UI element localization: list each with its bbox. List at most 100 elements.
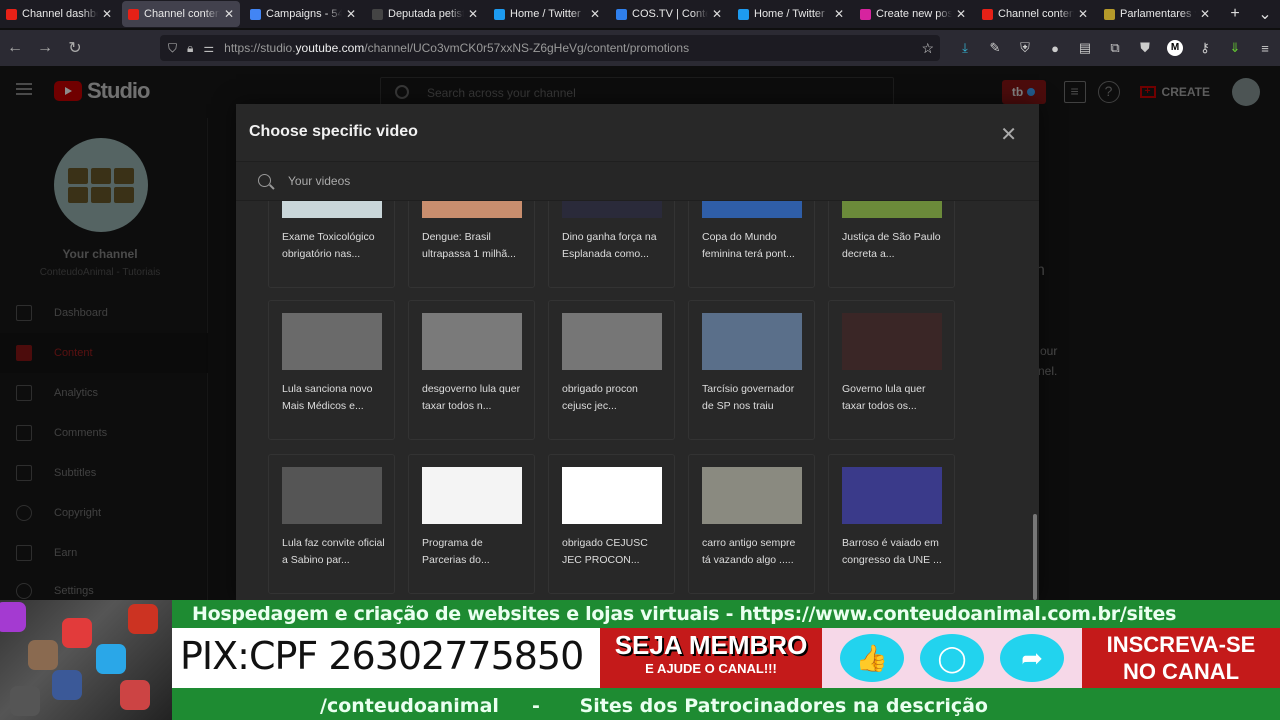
video-card[interactable]: carro antigo sempre tá vazando algo ....… bbox=[688, 454, 815, 594]
membro-subtitle: E AJUDE O CANAL!!! bbox=[645, 661, 777, 676]
tab-title: Channel content bbox=[144, 8, 220, 20]
video-card[interactable]: obrigado procon cejusc jec... bbox=[548, 300, 675, 440]
video-title: carro antigo sempre tá vazando algo ....… bbox=[702, 537, 796, 566]
twitter-icon bbox=[494, 8, 505, 20]
back-button[interactable]: ← bbox=[0, 39, 30, 57]
browser-tab[interactable]: Channel content ✕ bbox=[976, 1, 1094, 27]
browser-tab[interactable]: Deputada petista ✕ bbox=[366, 1, 484, 27]
dialog-title: Choose specific video bbox=[249, 123, 418, 140]
close-tab-icon[interactable]: ✕ bbox=[1200, 7, 1210, 21]
subscribe-line-2: NO CANAL bbox=[1122, 659, 1240, 684]
video-card[interactable]: Programa de Parcerias do... bbox=[408, 454, 535, 594]
video-card[interactable]: Copa do Mundo feminina terá pont... bbox=[688, 201, 815, 288]
extension-icon-2[interactable]: ▤ bbox=[1070, 40, 1100, 56]
close-tab-icon[interactable]: ✕ bbox=[956, 7, 966, 21]
extensions-puzzle-icon[interactable]: ⧉ bbox=[1100, 40, 1130, 56]
browser-tab[interactable]: Channel dashboard ✕ bbox=[0, 1, 118, 27]
social-actions: 👍 ◯ ➦ bbox=[822, 628, 1082, 688]
green-download-icon[interactable]: ⇓ bbox=[1220, 40, 1250, 56]
close-icon[interactable]: ✕ bbox=[1000, 122, 1017, 147]
browser-tab[interactable]: COS.TV | Content ✕ bbox=[610, 1, 728, 27]
video-card[interactable]: Governo lula quer taxar todos os... bbox=[828, 300, 955, 440]
instagram-icon bbox=[860, 8, 871, 20]
close-tab-icon[interactable]: ✕ bbox=[468, 7, 478, 21]
browser-tab[interactable]: Create new post ✕ bbox=[854, 1, 972, 27]
video-title: Lula faz convite oficial a Sabino par... bbox=[282, 537, 385, 566]
banner-bottom-text: /conteudoanimal - Sites dos Patrocinador… bbox=[320, 695, 988, 717]
tab-title: Create new post bbox=[876, 8, 952, 20]
video-thumbnail bbox=[842, 467, 942, 524]
menu-icon[interactable]: ≡ bbox=[1250, 41, 1280, 56]
video-title: Barroso é vaiado em congresso da UNE ... bbox=[842, 537, 942, 566]
pen-extension-icon[interactable]: ✎ bbox=[980, 40, 1010, 56]
ublock-icon[interactable]: ⛨ bbox=[1010, 40, 1040, 56]
bookmark-star-icon[interactable]: ☆ bbox=[921, 40, 934, 57]
youtube-icon bbox=[982, 8, 993, 20]
video-grid: Exame Toxicológico obrigatório nas... Den… bbox=[236, 201, 1039, 600]
video-thumbnail bbox=[422, 201, 522, 218]
tab-list-chevron-icon[interactable]: ⌄ bbox=[1250, 4, 1280, 24]
video-card[interactable]: desgoverno lula quer taxar todos n... bbox=[408, 300, 535, 440]
new-tab-button[interactable]: + bbox=[1220, 5, 1250, 23]
video-card[interactable]: Lula faz convite oficial a Sabino par... bbox=[268, 454, 395, 594]
video-title: Dengue: Brasil ultrapassa 1 milhã... bbox=[422, 231, 516, 260]
video-title: obrigado procon cejusc jec... bbox=[562, 383, 638, 412]
close-tab-icon[interactable]: ✕ bbox=[712, 7, 722, 21]
url-bar[interactable]: ⛉ 🔒︎ ⚌ https://studio.youtube.com/channe… bbox=[160, 35, 940, 61]
video-title: Copa do Mundo feminina terá pont... bbox=[702, 231, 795, 260]
video-card[interactable]: Tarcísio governador de SP nos traiu bbox=[688, 300, 815, 440]
browser-tab[interactable]: Channel content ✕ bbox=[122, 1, 240, 27]
video-card[interactable]: Exame Toxicológico obrigatório nas... bbox=[268, 201, 395, 288]
dialog-scrollbar[interactable] bbox=[1033, 514, 1037, 600]
promo-banner: Hospedagem e criação de websites e lojas… bbox=[0, 600, 1280, 720]
video-thumbnail bbox=[282, 467, 382, 524]
video-title: Dino ganha força na Esplanada como... bbox=[562, 231, 657, 260]
browser-tab[interactable]: Home / Twitter ✕ bbox=[732, 1, 850, 27]
extension-icon[interactable]: ● bbox=[1040, 41, 1070, 56]
browser-tab[interactable]: Home / Twitter ✕ bbox=[488, 1, 606, 27]
video-title: Lula sanciona novo Mais Médicos e... bbox=[282, 383, 373, 412]
close-tab-icon[interactable]: ✕ bbox=[1078, 7, 1088, 21]
video-card[interactable]: Lula sanciona novo Mais Médicos e... bbox=[268, 300, 395, 440]
banner-top-text: Hospedagem e criação de websites e lojas… bbox=[192, 603, 1177, 625]
choose-video-dialog: Choose specific video ✕ Exame Toxicológi… bbox=[236, 104, 1039, 600]
lock-icon[interactable]: 🔒︎ bbox=[187, 41, 193, 56]
video-title: Exame Toxicológico obrigatório nas... bbox=[282, 231, 375, 260]
video-search-input[interactable] bbox=[288, 170, 888, 192]
close-tab-icon[interactable]: ✕ bbox=[102, 7, 112, 21]
browser-tab[interactable]: Campaigns - 54 ✕ bbox=[244, 1, 362, 27]
forward-button[interactable]: → bbox=[30, 39, 60, 57]
video-card[interactable]: Dino ganha força na Esplanada como... bbox=[548, 201, 675, 288]
comment-icon: ◯ bbox=[920, 634, 984, 682]
video-title: Tarcísio governador de SP nos traiu bbox=[702, 383, 795, 412]
video-title: desgoverno lula quer taxar todos n... bbox=[422, 383, 521, 412]
browser-tab[interactable]: Parlamentares vi ✕ bbox=[1098, 1, 1216, 27]
close-tab-icon[interactable]: ✕ bbox=[346, 7, 356, 21]
page-icon bbox=[372, 8, 383, 20]
like-icon: 👍 bbox=[840, 634, 904, 682]
permissions-icon[interactable]: ⚌ bbox=[203, 41, 214, 55]
tab-title: Home / Twitter bbox=[754, 8, 825, 20]
video-thumbnail bbox=[842, 201, 942, 218]
close-tab-icon[interactable]: ✕ bbox=[590, 7, 600, 21]
close-tab-icon[interactable]: ✕ bbox=[224, 7, 234, 21]
video-card[interactable]: obrigado CEJUSC JEC PROCON... bbox=[548, 454, 675, 594]
video-card[interactable]: Barroso é vaiado em congresso da UNE ... bbox=[828, 454, 955, 594]
video-thumbnail bbox=[282, 201, 382, 218]
browser-nav-bar: ← → ↻ ⛉ 🔒︎ ⚌ https://studio.youtube.com/… bbox=[0, 30, 1280, 66]
pocket-icon[interactable]: ⛊ bbox=[1130, 40, 1160, 56]
video-card[interactable]: Dengue: Brasil ultrapassa 1 milhã... bbox=[408, 201, 535, 288]
downloads-icon[interactable]: ⤓ bbox=[950, 40, 980, 56]
close-tab-icon[interactable]: ✕ bbox=[834, 7, 844, 21]
tab-title: Home / Twitter bbox=[510, 8, 581, 20]
password-key-icon[interactable]: ⚷ bbox=[1190, 40, 1220, 56]
costv-icon bbox=[616, 8, 627, 20]
account-m-icon[interactable]: M bbox=[1167, 40, 1183, 56]
video-card[interactable]: Justiça de São Paulo decreta a... bbox=[828, 201, 955, 288]
tab-title: Parlamentares vi bbox=[1120, 8, 1196, 20]
social-apps-image bbox=[0, 600, 172, 720]
reload-button[interactable]: ↻ bbox=[60, 38, 90, 58]
youtube-icon bbox=[6, 8, 17, 20]
page-icon bbox=[1104, 8, 1115, 20]
shield-icon[interactable]: ⛉ bbox=[168, 41, 177, 56]
